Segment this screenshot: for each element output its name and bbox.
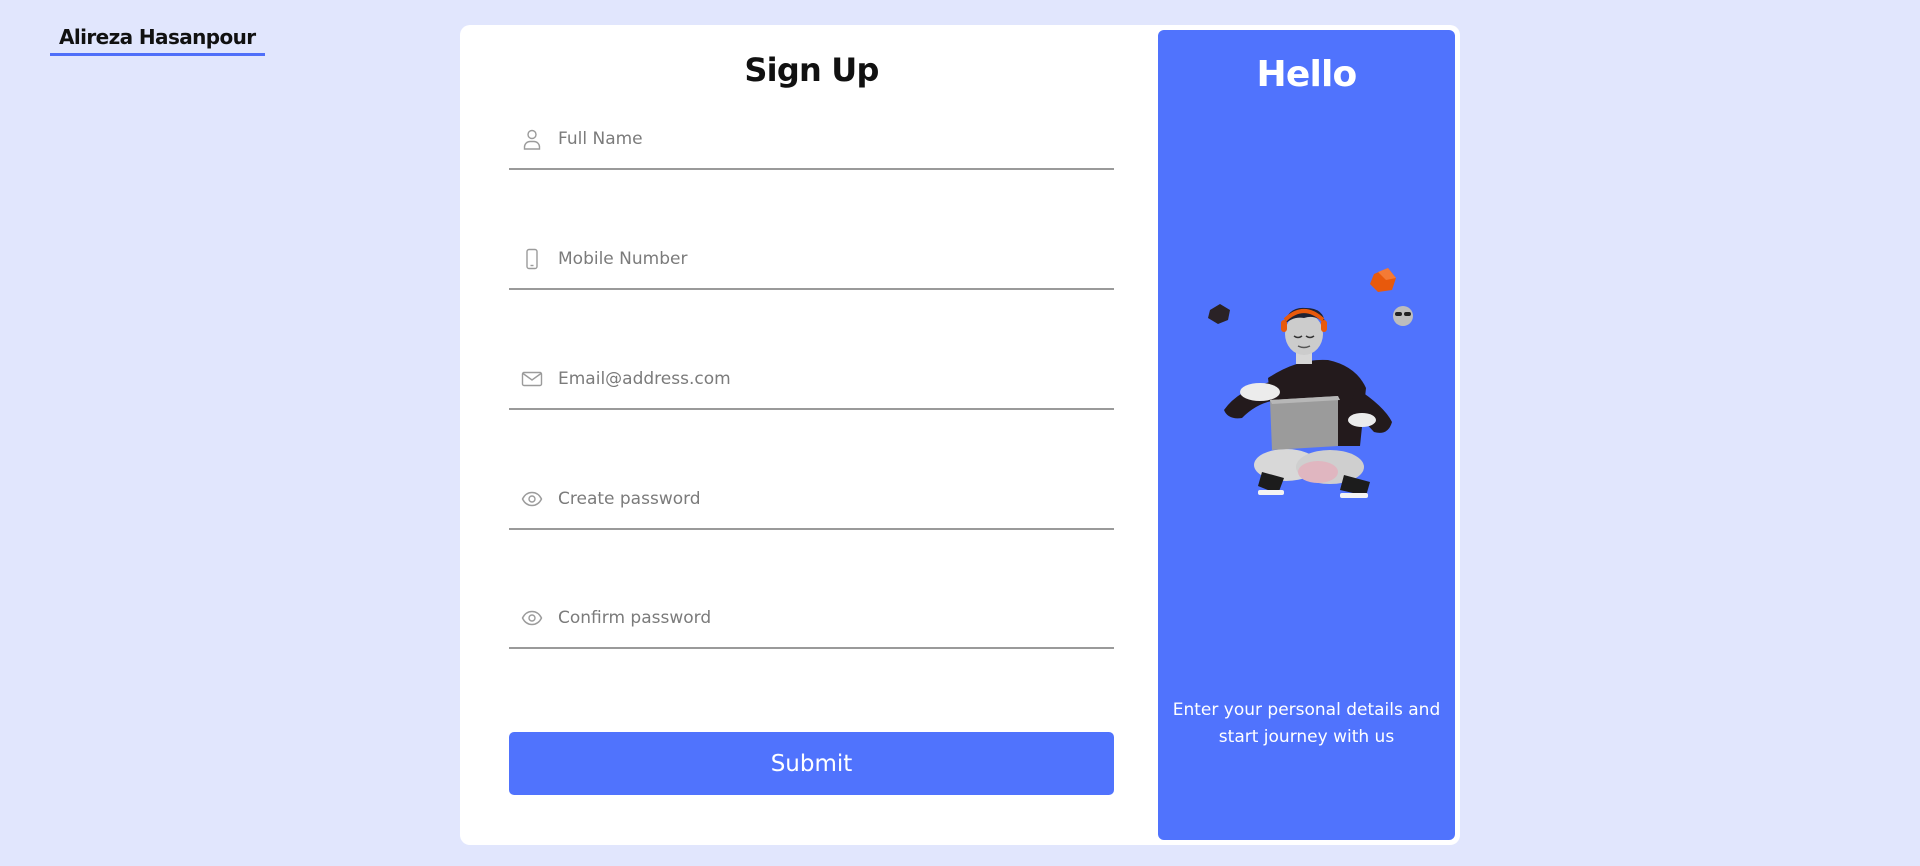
create-password-field[interactable] [509,474,1114,530]
signup-form: Sign Up Full Name Mobile Number Email@ad… [509,25,1114,845]
mobile-phone-icon [521,248,543,270]
full-name-input[interactable] [558,120,1098,158]
create-password-input[interactable] [558,480,1098,518]
panel-tagline: Enter your personal details and start jo… [1172,700,1441,747]
eye-icon[interactable] [521,488,543,510]
signup-card: Sign Up Full Name Mobile Number Email@ad… [460,25,1460,845]
full-name-field[interactable] [509,114,1114,170]
confirm-password-input[interactable] [558,599,1098,637]
confirm-password-field[interactable] [509,593,1114,649]
brand-logo[interactable]: Alireza Hasanpour [50,24,265,56]
email-input[interactable] [558,360,1098,398]
person-with-laptop-illustration [1198,250,1428,510]
form-title: Sign Up [744,51,879,89]
envelope-icon [521,368,543,390]
eye-icon[interactable] [521,607,543,629]
panel-title: Hello [1256,54,1358,95]
welcome-panel: Hello Enter your personal details and st… [1158,30,1455,840]
brand-name: Alireza Hasanpour [59,25,256,49]
submit-button[interactable]: Submit [509,732,1114,795]
mobile-number-input[interactable] [558,240,1098,278]
user-icon [521,128,543,150]
mobile-number-field[interactable] [509,234,1114,290]
email-field[interactable] [509,354,1114,410]
